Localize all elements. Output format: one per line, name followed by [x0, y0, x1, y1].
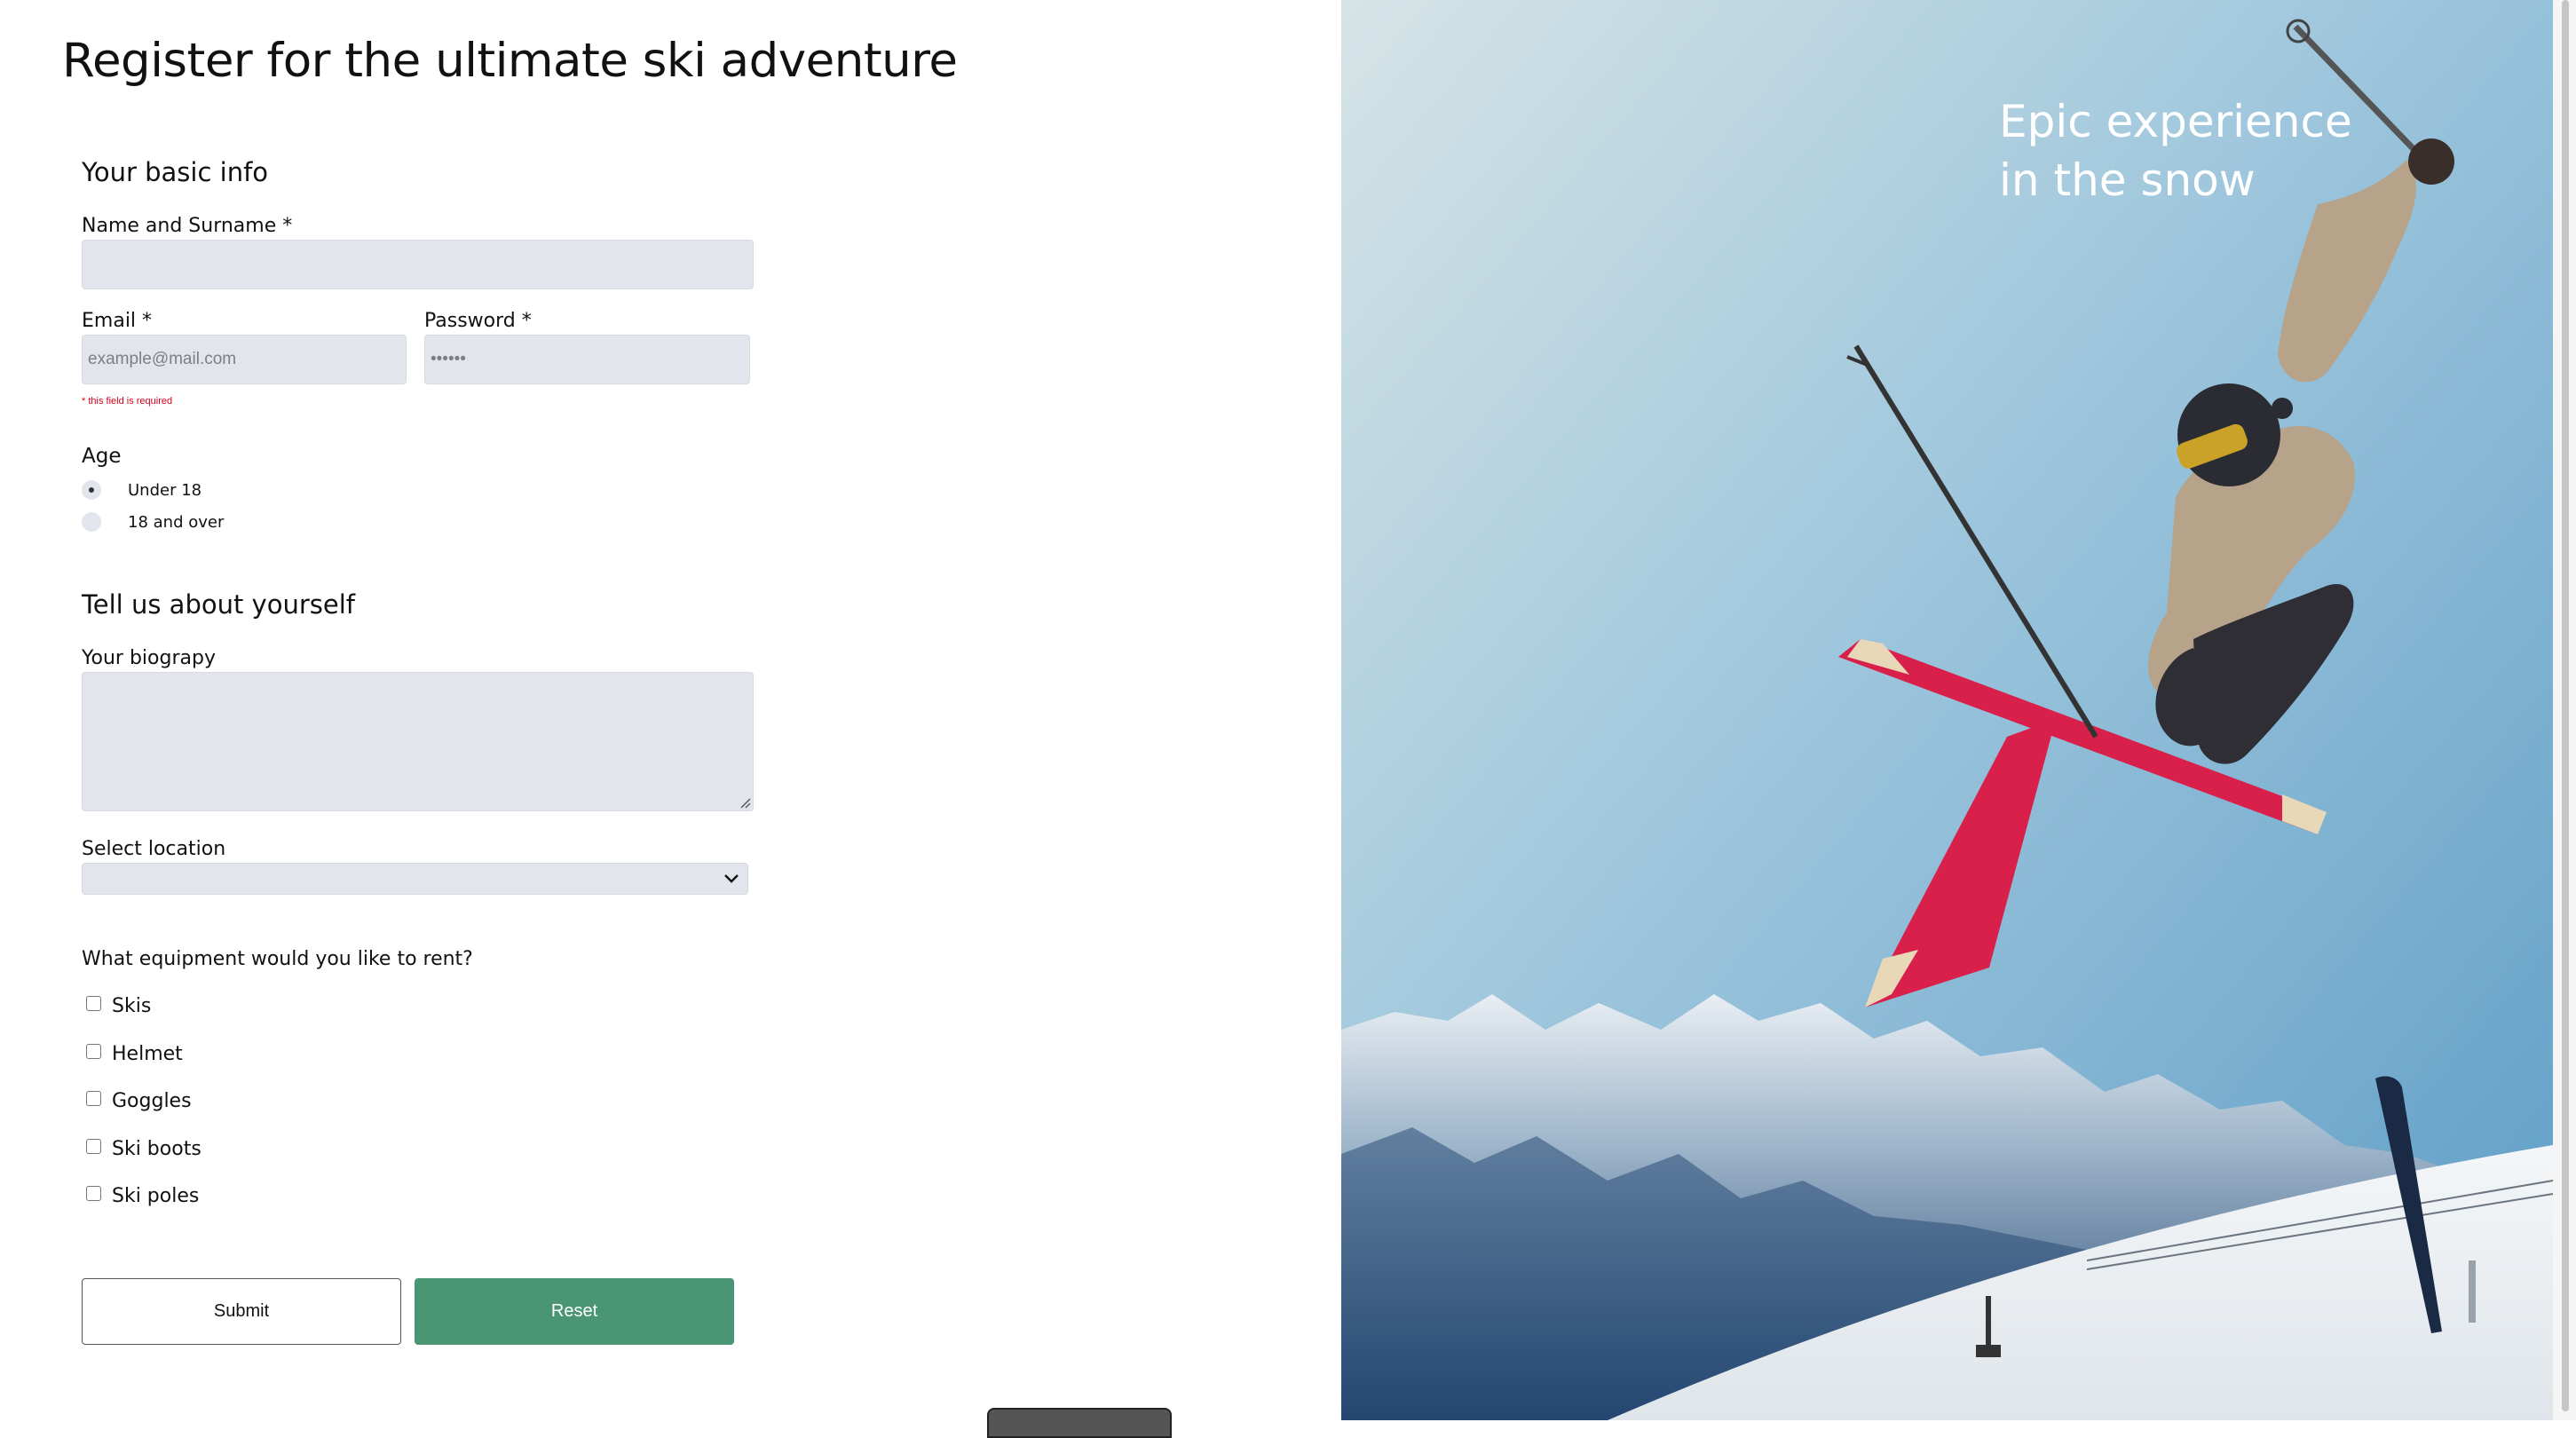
resize-handle-icon[interactable] [739, 796, 751, 809]
equipment-item-ski-poles[interactable]: Ski poles [86, 1185, 199, 1207]
name-label: Name and Surname * [82, 215, 293, 237]
password-input[interactable]: •••••• [424, 335, 750, 384]
hero-image: Epic experience in the snow [1341, 0, 2553, 1420]
basic-info-heading: Your basic info [82, 157, 269, 187]
equipment-question: What equipment would you like to rent? [82, 948, 473, 970]
password-label: Password * [424, 310, 532, 332]
email-input[interactable]: example@mail.com [82, 335, 407, 384]
skier-illustration [1341, 0, 2553, 1420]
hero-tagline-line1: Epic experience [1999, 96, 2352, 147]
page-scrollbar[interactable] [2553, 0, 2576, 1420]
equipment-item-skis[interactable]: Skis [86, 995, 151, 1017]
about-heading: Tell us about yourself [82, 589, 355, 620]
equipment-item-helmet[interactable]: Helmet [86, 1043, 183, 1065]
scrollbar-thumb[interactable] [2562, 0, 2569, 1411]
email-label: Email * [82, 310, 153, 332]
email-placeholder: example@mail.com [88, 350, 237, 368]
checkbox-helmet[interactable] [86, 1044, 101, 1059]
radio-under-18[interactable] [82, 480, 101, 500]
equipment-item-goggles[interactable]: Goggles [86, 1090, 192, 1112]
checkbox-ski-boots[interactable] [86, 1139, 101, 1154]
location-label: Select location [82, 838, 226, 860]
checkbox-label-goggles: Goggles [112, 1090, 192, 1112]
checkbox-label-ski-poles: Ski poles [112, 1185, 200, 1207]
hero-tagline: Epic experience in the snow [1999, 92, 2352, 209]
reset-button[interactable]: Reset [415, 1278, 734, 1345]
checkbox-goggles[interactable] [86, 1091, 101, 1106]
email-error-message: * this field is required [82, 396, 173, 407]
checkbox-ski-poles[interactable] [86, 1186, 101, 1201]
checkbox-label-skis: Skis [112, 995, 152, 1017]
checkbox-skis[interactable] [86, 996, 101, 1011]
radio-18-and-over[interactable] [82, 512, 101, 532]
radio-label-under-18: Under 18 [128, 480, 202, 500]
checkbox-label-helmet: Helmet [112, 1043, 183, 1065]
age-option-under-18[interactable]: Under 18 [82, 480, 201, 500]
radio-label-18-and-over: 18 and over [128, 512, 225, 532]
submit-button[interactable]: Submit [82, 1278, 401, 1345]
biography-textarea[interactable] [82, 672, 754, 811]
floating-tab-button[interactable] [987, 1408, 1172, 1438]
age-label: Age [82, 445, 122, 468]
chevron-down-icon [724, 874, 739, 883]
name-input[interactable] [82, 240, 754, 289]
biography-label: Your biograpy [82, 647, 216, 669]
registration-panel: Register for the ultimate ski adventure … [0, 0, 1341, 1438]
password-placeholder: •••••• [431, 350, 466, 368]
location-select[interactable] [82, 863, 748, 895]
equipment-item-ski-boots[interactable]: Ski boots [86, 1138, 201, 1160]
page-title: Register for the ultimate ski adventure [62, 34, 958, 88]
hero-tagline-line2: in the snow [1999, 154, 2256, 206]
checkbox-label-ski-boots: Ski boots [112, 1138, 201, 1160]
age-option-18-and-over[interactable]: 18 and over [82, 512, 224, 532]
